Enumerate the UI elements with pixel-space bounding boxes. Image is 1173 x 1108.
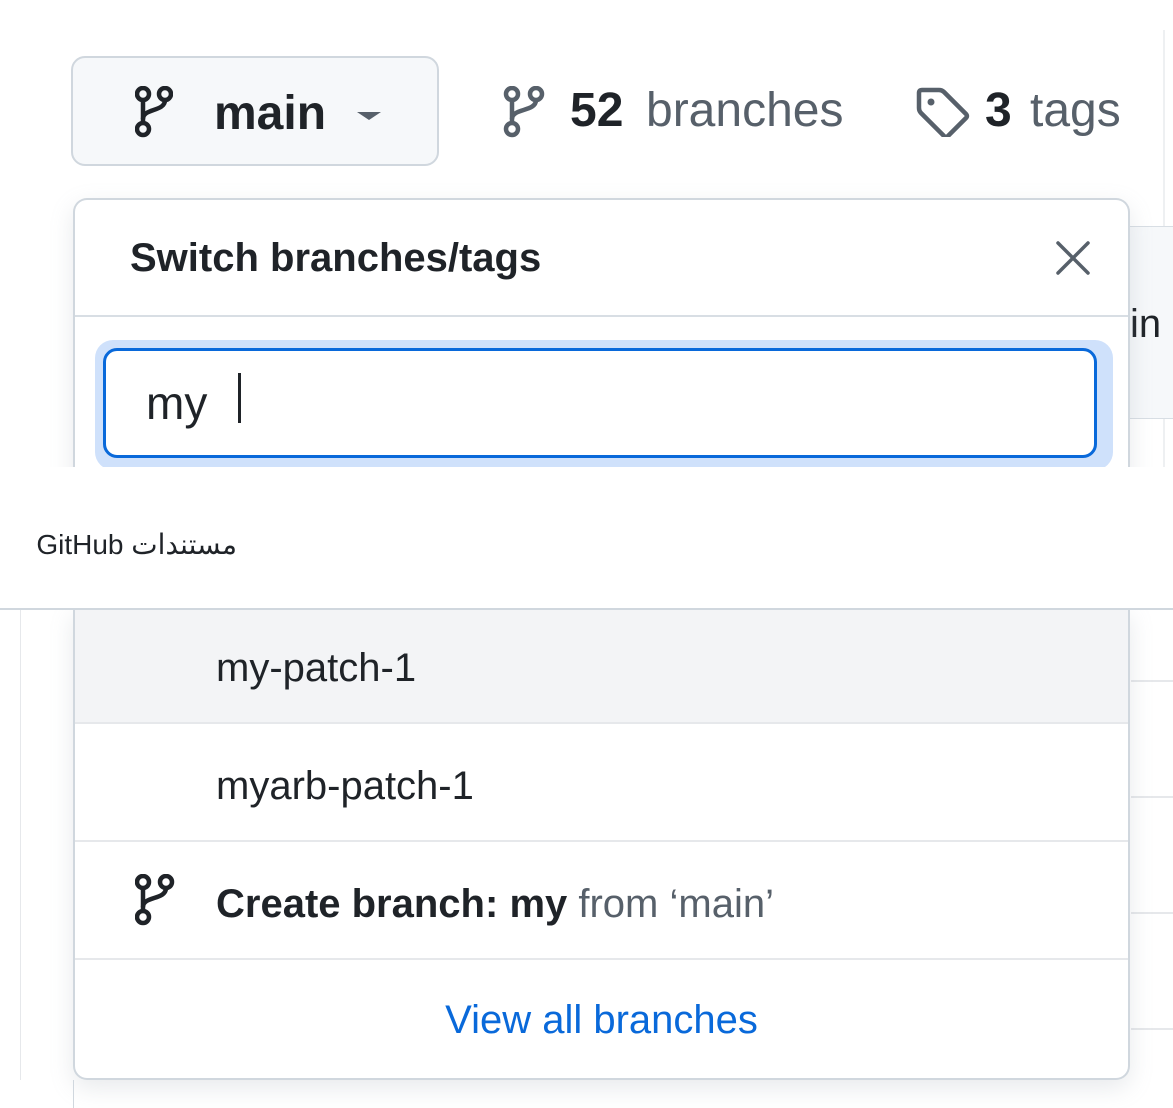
view-all-branches-label: View all branches	[445, 998, 758, 1042]
branch-result-item[interactable]: my-patch-1	[75, 610, 1128, 724]
create-branch-item[interactable]: Create branch: my from ‘main’	[75, 844, 1128, 960]
branch-result-label: my-patch-1	[216, 646, 417, 690]
repo-header-area: in main 52 branches 3 tags Switch branch…	[0, 0, 1173, 467]
branch-results-list: my-patch-1 myarb-patch-1 Create branch: …	[73, 610, 1130, 1080]
chevron-down-icon	[357, 112, 381, 120]
create-branch-name: my	[509, 882, 568, 926]
background-divider	[20, 610, 21, 1080]
dropdown-results-area: my-patch-1 myarb-patch-1 Create branch: …	[0, 610, 1173, 1108]
background-partial-text: in	[1130, 302, 1162, 346]
view-all-branches-link[interactable]: View all branches	[75, 960, 1128, 1078]
caption-band: مستندات GitHub	[0, 467, 1173, 610]
git-branch-icon	[503, 85, 549, 143]
branch-selector-button[interactable]: main	[71, 56, 439, 166]
tags-count: 3	[985, 84, 1012, 137]
filter-focus-ring	[95, 340, 1113, 467]
branches-count: 52	[570, 84, 624, 137]
background-divider	[73, 1080, 74, 1108]
git-branch-icon	[134, 85, 174, 143]
git-branch-icon	[134, 873, 175, 931]
close-icon[interactable]	[1053, 238, 1093, 278]
text-cursor	[238, 373, 241, 423]
create-branch-prefix: Create branch:	[216, 882, 499, 926]
divider	[75, 315, 1128, 317]
branches-label: branches	[646, 84, 844, 137]
branch-result-item[interactable]: myarb-patch-1	[75, 726, 1128, 842]
caption-text: مستندات GitHub	[36, 529, 237, 560]
tags-label: tags	[1030, 84, 1121, 137]
create-branch-source: from ‘main’	[578, 882, 774, 926]
branch-result-label: myarb-patch-1	[216, 764, 474, 808]
create-branch-label: Create branch: my from ‘main’	[216, 882, 774, 926]
branch-filter-input[interactable]	[103, 348, 1097, 458]
branch-dropdown-panel: Switch branches/tags	[73, 198, 1130, 467]
dropdown-title: Switch branches/tags	[130, 236, 542, 280]
tag-icon	[915, 87, 971, 142]
current-branch-label: main	[214, 87, 327, 140]
